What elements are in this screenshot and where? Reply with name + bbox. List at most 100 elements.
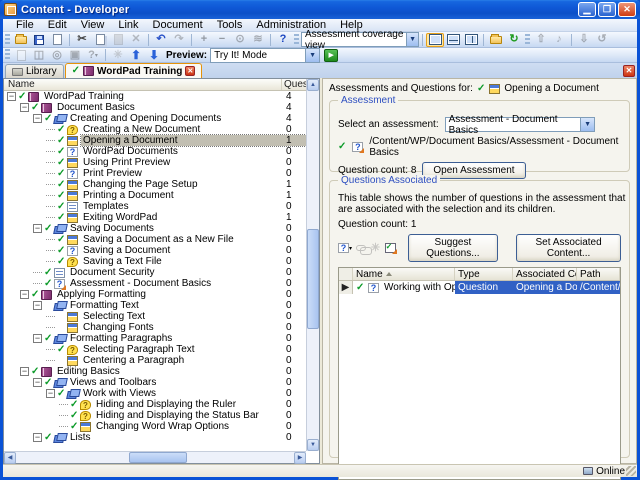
tree-item[interactable]: − ✓ Editing Basics 0 [4,366,306,377]
tree-item[interactable]: ✓ Exiting WordPad 1 [4,212,306,223]
table-row[interactable]: ▶✓ Working with Open DQuestion Opening a D… [339,281,620,294]
tree-item[interactable]: ✓ Saving a Document as a New File 0 [4,234,306,245]
tree-item[interactable]: ✓ Saving a Text File 0 [4,256,306,267]
chevron-down-icon[interactable]: ▼ [305,48,320,62]
menu-file[interactable]: File [9,19,41,31]
tree-item[interactable]: − ✓ Views and Toolbars 0 [4,377,306,388]
minimize-button[interactable]: ▁ [578,2,596,17]
scroll-right-icon[interactable]: ▶ [294,452,306,464]
scroll-up-icon[interactable]: ▲ [307,79,319,91]
layout-vertical-split-icon[interactable] [462,33,480,47]
tree-item[interactable]: ✓ Changing the Page Setup 1 [4,179,306,190]
menu-view[interactable]: View [74,19,112,31]
tab-library[interactable]: Library [5,64,64,78]
menu-tools[interactable]: Tools [210,19,250,31]
layout-horizontal-split-icon[interactable] [444,33,462,47]
maximize-button[interactable]: ❐ [598,2,616,17]
column-header-associated-content[interactable]: Associated Co... [513,268,577,280]
expander-icon[interactable]: − [33,114,42,123]
tree-item[interactable]: − ✓ Work with Views 0 [4,388,306,399]
resize-grip[interactable] [626,466,636,476]
tree-item[interactable]: Centering a Paragraph 0 [4,355,306,366]
column-header-name[interactable]: Name [4,79,282,90]
edit-tasklist-icon[interactable] [384,242,397,254]
redo-icon[interactable]: ↷ [170,33,188,47]
tree-item[interactable]: ✓ Changing Word Wrap Options 0 [4,421,306,432]
menu-edit[interactable]: Edit [41,19,74,31]
close-button[interactable]: ✕ [618,2,636,17]
tree-item[interactable]: ✓ Using Print Preview 0 [4,157,306,168]
import-icon[interactable]: ⇧ [532,33,550,47]
paste-icon[interactable] [109,33,127,47]
tree-item[interactable]: ✓ Printing a Document 1 [4,190,306,201]
toolbar-grip[interactable] [5,49,10,61]
tree-item[interactable]: Changing Fonts 0 [4,322,306,333]
view-mode-combo[interactable]: Assessment coverage view ▼ [301,29,419,51]
layout-single-icon[interactable] [426,32,444,47]
preview-mode-combo[interactable]: Try It! Mode ▼ [210,47,321,63]
flash-icon[interactable]: ✳ [109,48,127,62]
filter-icon[interactable]: ≋ [249,33,267,47]
undo-icon[interactable]: ↶ [152,33,170,47]
tree-item[interactable]: ✓ Assessment - Document Basics 0 [4,278,306,290]
tree-item[interactable]: ✓ Print Preview 0 [4,168,306,179]
move-up-icon[interactable]: ⬆ [127,48,145,62]
help-icon[interactable]: ? [274,33,292,47]
expander-icon[interactable]: − [33,334,42,343]
cut-icon[interactable]: ✂ [73,33,91,47]
expander-icon[interactable]: − [20,290,29,299]
save-icon[interactable] [30,33,48,47]
expander-icon[interactable]: − [46,389,55,398]
tree-item[interactable]: ✓ Saving a Document 0 [4,245,306,256]
menu-link[interactable]: Link [111,19,145,31]
tree-item[interactable]: Selecting Text 0 [4,311,306,322]
scrollbar-thumb[interactable] [307,229,319,329]
expander-icon[interactable]: − [7,92,16,101]
tree-item[interactable]: ✓ WordPad Documents 0 [4,146,306,157]
tree-item[interactable]: ✓ Selecting Paragraph Text 0 [4,344,306,355]
expander-icon[interactable]: − [20,367,29,376]
suggest-questions-button[interactable]: Suggest Questions... [407,234,499,262]
scroll-down-icon[interactable]: ▼ [307,439,319,451]
notify-icon[interactable]: ♪ [550,33,568,47]
publish-icon[interactable] [12,48,30,62]
tree-item[interactable]: ✓ Hiding and Displaying the Ruler 0 [4,399,306,410]
move-down-icon[interactable]: ⬇ [145,48,163,62]
refresh-icon[interactable]: ↻ [505,33,523,47]
tab-wordpad-training[interactable]: ✓ WordPad Training ✕ [64,63,203,78]
expander-icon[interactable]: − [33,301,42,310]
chevron-down-icon[interactable]: ▼ [406,33,418,46]
tree-item[interactable]: − ✓ Applying Formatting 0 [4,289,306,300]
column-header-name[interactable]: Name [353,268,455,280]
assessment-combo[interactable]: Assessment - Document Basics ▼ [444,114,595,136]
panel-close-icon[interactable]: ✕ [623,64,635,77]
tree-item[interactable]: ✓ Opening a Document 1 [4,134,306,147]
break-link-icon[interactable]: ✳ [370,242,380,254]
column-header-path[interactable]: Path [577,268,620,280]
expander-icon[interactable]: − [33,224,42,233]
open-icon[interactable] [12,33,30,47]
package-icon[interactable]: ◫ [30,48,48,62]
tree-item[interactable]: ✓ Creating a New Document 0 [4,124,306,135]
chevron-down-icon[interactable]: ▼ [580,118,594,131]
properties-icon[interactable]: ▣ [66,48,84,62]
tree-horizontal-scrollbar[interactable]: ◀ ▶ [4,451,306,464]
delete-icon[interactable]: ✕ [127,33,145,47]
question-help-icon[interactable]: ▾ [338,242,352,254]
column-header-type[interactable]: Type [455,268,513,280]
remove-icon[interactable]: − [213,33,231,47]
toolbar-grip[interactable] [5,33,10,46]
expander-icon[interactable]: − [33,433,42,442]
find-icon[interactable]: ⊙ [231,33,249,47]
column-header-questions[interactable]: Quest [282,79,306,90]
forward-icon[interactable]: ⇩ [575,33,593,47]
expander-icon[interactable]: − [33,378,42,387]
print-preview-icon[interactable] [48,33,66,47]
history-icon[interactable]: ↺ [593,33,611,47]
tree-item[interactable]: − ✓ Saving Documents 0 [4,223,306,234]
tree-item[interactable]: ✓ Hiding and Displaying the Status Bar 0 [4,410,306,421]
tree-item[interactable]: ✓ Document Security 0 [4,267,306,278]
tree-vertical-scrollbar[interactable]: ▲ ▼ [306,79,319,451]
copy-icon[interactable] [91,33,109,47]
tree-item[interactable]: − ✓ Lists 0 [4,432,306,443]
